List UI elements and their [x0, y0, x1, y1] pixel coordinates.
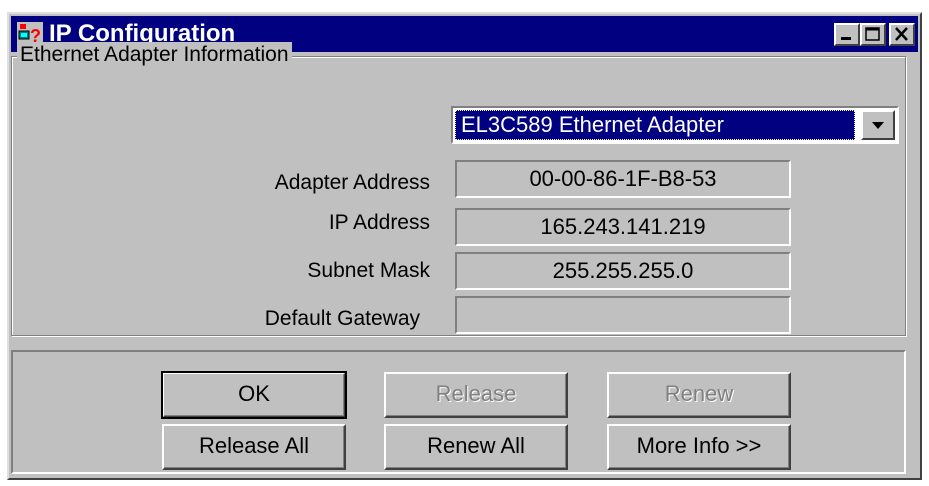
adapter-select-value[interactable]: EL3C589 Ethernet Adapter [455, 110, 855, 140]
maximize-button[interactable] [860, 23, 886, 46]
adapter-select[interactable]: EL3C589 Ethernet Adapter [451, 106, 899, 144]
subnet-mask-label: Subnet Mask [307, 259, 430, 282]
minimize-icon [841, 37, 851, 40]
more-info-button[interactable]: More Info >> [607, 424, 791, 470]
release-button[interactable]: Release [384, 372, 568, 418]
chevron-down-icon [872, 122, 884, 129]
default-gateway-field [455, 296, 791, 334]
adapter-address-field: 00-00-86-1F-B8-53 [455, 160, 791, 198]
maximize-icon [865, 27, 880, 41]
renew-button[interactable]: Renew [607, 372, 791, 418]
adapter-address-label: Adapter Address [274, 171, 430, 194]
subnet-mask-field: 255.255.255.0 [455, 252, 791, 290]
group-label: Ethernet Adapter Information [17, 42, 292, 68]
ok-button[interactable]: OK [161, 371, 347, 419]
release-all-button[interactable]: Release All [162, 424, 346, 470]
close-button[interactable] [889, 23, 915, 46]
minimize-button[interactable] [834, 23, 860, 46]
adapter-select-dropdown-button[interactable] [861, 110, 895, 140]
ip-address-field: 165.243.141.219 [455, 208, 791, 246]
renew-all-button[interactable]: Renew All [384, 424, 568, 470]
ip-address-label: IP Address [328, 211, 430, 234]
close-icon [895, 27, 908, 41]
default-gateway-label: Default Gateway [264, 307, 420, 330]
